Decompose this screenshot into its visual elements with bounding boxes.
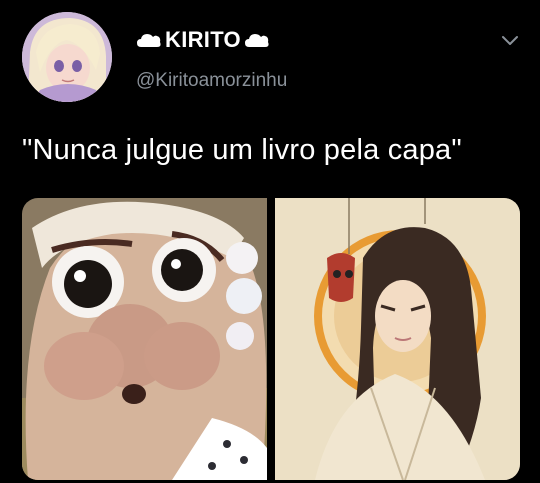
cloud-icon — [244, 34, 269, 47]
cloud-icon — [137, 34, 161, 47]
avatar[interactable] — [22, 12, 112, 102]
tweet-card: KIRITO @Kiritoamorzinhu "Nunca julgue um… — [0, 0, 540, 483]
avatar-image — [22, 12, 112, 102]
user-handle[interactable]: @Kiritoamorzinhu — [136, 70, 287, 92]
media-image-right[interactable] — [275, 198, 520, 480]
tweet-media[interactable] — [22, 198, 520, 480]
chevron-down-icon[interactable] — [498, 30, 522, 50]
anime-long-haired-man-illustration — [275, 198, 520, 480]
display-name-text: KIRITO — [165, 27, 241, 52]
display-name[interactable]: KIRITO — [136, 27, 270, 53]
media-image-left[interactable] — [22, 198, 267, 480]
anime-old-woman-illustration — [22, 198, 267, 480]
tweet-text: "Nunca julgue um livro pela capa" — [22, 134, 462, 166]
